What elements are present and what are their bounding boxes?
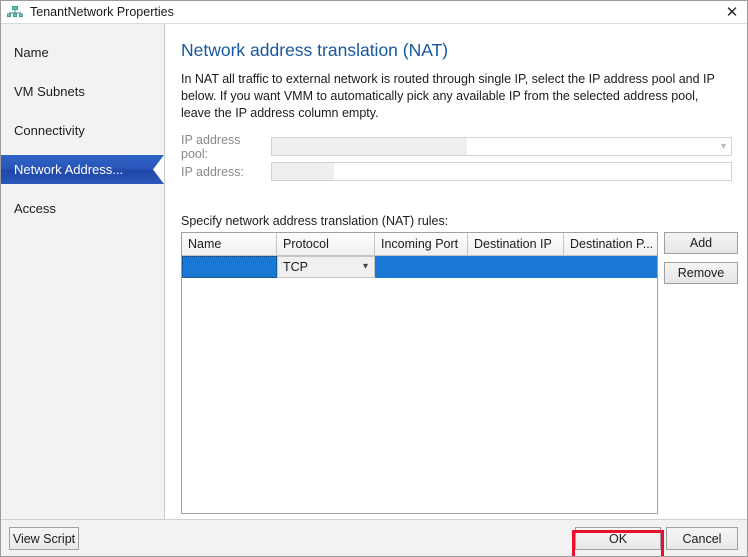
cancel-button[interactable]: Cancel — [666, 527, 738, 550]
column-header-destination-ip[interactable]: Destination IP — [468, 233, 564, 255]
sidebar-item-connectivity[interactable]: Connectivity — [1, 116, 164, 145]
remove-button-label: Remove — [677, 266, 725, 280]
add-button-label: Add — [689, 236, 713, 250]
content-panel: Network address translation (NAT) In NAT… — [165, 24, 747, 519]
cell-destination-port[interactable] — [564, 256, 657, 278]
page-description: In NAT all traffic to external network i… — [181, 72, 715, 120]
sidebar-item-label: Name — [14, 45, 49, 60]
window-title: TenantNetwork Properties — [30, 5, 174, 19]
ip-address-pool-row: IP address pool: ▾ — [181, 133, 732, 161]
protocol-value: TCP — [283, 260, 308, 274]
column-header-protocol[interactable]: Protocol — [277, 233, 375, 255]
table-row[interactable]: TCP ▾ — [182, 256, 657, 278]
sidebar-item-network-address[interactable]: Network Address... — [1, 155, 164, 184]
ok-button[interactable]: OK — [575, 527, 661, 550]
selection-pointer-icon — [153, 155, 164, 184]
ip-address-pool-label: IP address pool: — [181, 132, 241, 161]
cell-destination-ip[interactable] — [468, 256, 564, 278]
remove-button[interactable]: Remove — [664, 262, 738, 284]
page-title: Network address translation (NAT) — [181, 40, 449, 60]
field-disabled-fill — [272, 163, 334, 180]
sidebar-item-label: Access — [14, 201, 56, 216]
sidebar-item-label: Connectivity — [14, 123, 85, 138]
sidebar-item-label: Network Address... — [14, 162, 124, 177]
sidebar: Name VM Subnets Connectivity Network Add… — [1, 24, 165, 519]
sidebar-item-access[interactable]: Access — [1, 194, 164, 223]
cancel-label: Cancel — [682, 531, 722, 546]
ip-address-pool-input[interactable]: ▾ — [271, 137, 732, 156]
view-script-label: View Script — [12, 531, 76, 546]
sidebar-item-vm-subnets[interactable]: VM Subnets — [1, 77, 164, 106]
network-icon — [6, 4, 24, 20]
ip-address-row: IP address: — [181, 161, 732, 182]
cell-protocol[interactable]: TCP ▾ — [277, 256, 375, 278]
dialog-footer: View Script OK Cancel — [1, 519, 747, 556]
nat-rules-table: Name Protocol Incoming Port Destination … — [181, 232, 658, 514]
column-header-destination-port[interactable]: Destination P... — [564, 233, 657, 255]
column-header-incoming-port[interactable]: Incoming Port — [375, 233, 468, 255]
close-icon[interactable]: ✕ — [719, 3, 745, 21]
ok-label: OK — [608, 531, 628, 546]
ip-address-input[interactable] — [271, 162, 732, 181]
add-button[interactable]: Add — [664, 232, 738, 254]
table-header-row: Name Protocol Incoming Port Destination … — [182, 233, 657, 256]
column-header-name[interactable]: Name — [182, 233, 277, 255]
title-bar: TenantNetwork Properties ✕ — [1, 1, 747, 23]
properties-dialog: TenantNetwork Properties ✕ Name VM Subne… — [0, 0, 748, 557]
dialog-body: Name VM Subnets Connectivity Network Add… — [1, 23, 747, 519]
chevron-down-icon[interactable]: ▾ — [363, 261, 368, 272]
sidebar-item-name[interactable]: Name — [1, 38, 164, 67]
cell-incoming-port[interactable] — [375, 256, 468, 278]
chevron-down-icon[interactable]: ▾ — [721, 141, 726, 152]
table-empty-area — [182, 278, 657, 513]
field-disabled-fill — [272, 138, 467, 155]
cell-name[interactable] — [182, 256, 277, 278]
nat-rules-caption: Specify network address translation (NAT… — [181, 214, 449, 228]
view-script-button[interactable]: View Script — [9, 527, 79, 550]
ip-address-label: IP address: — [181, 164, 245, 179]
sidebar-item-label: VM Subnets — [14, 84, 85, 99]
